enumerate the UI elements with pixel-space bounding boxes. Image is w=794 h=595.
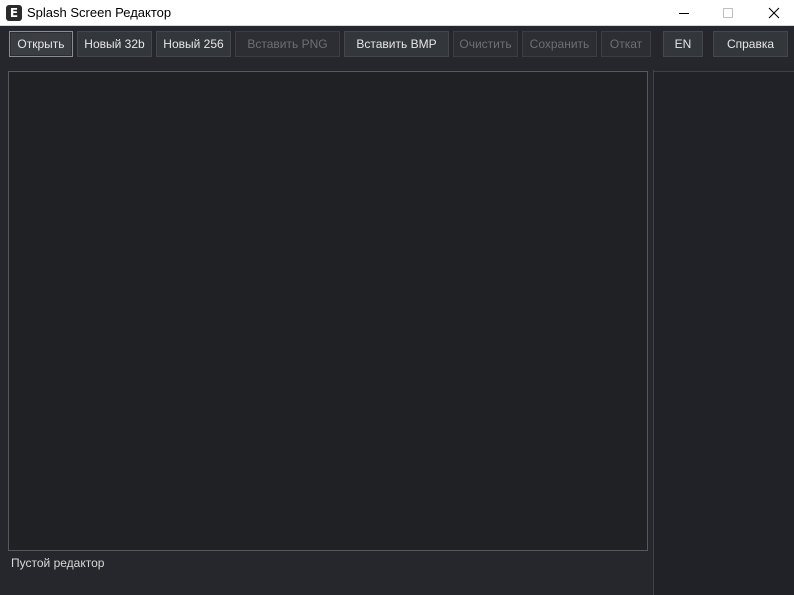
undo-button[interactable]: Откат (601, 31, 651, 57)
side-panel (654, 64, 794, 595)
minimize-icon (679, 13, 689, 14)
editor-panel: Пустой редактор (0, 64, 653, 595)
image-canvas[interactable] (8, 71, 648, 551)
clear-button[interactable]: Очистить (453, 31, 518, 57)
maximize-icon (723, 8, 733, 18)
window-title: Splash Screen Редактор (27, 5, 172, 20)
open-button[interactable]: Открыть (9, 31, 73, 57)
maximize-button[interactable] (705, 0, 751, 26)
insert-bmp-button[interactable]: Вставить BMP (344, 31, 449, 57)
close-button[interactable] (751, 0, 794, 26)
new-256-button[interactable]: Новый 256 (156, 31, 231, 57)
app-window: E Splash Screen Редактор Открыть Новый 3… (0, 0, 794, 595)
status-label: Пустой редактор (11, 556, 105, 570)
language-button[interactable]: EN (663, 31, 703, 57)
save-button[interactable]: Сохранить (522, 31, 597, 57)
help-button[interactable]: Справка (713, 31, 788, 57)
title-bar[interactable]: E Splash Screen Редактор (0, 0, 794, 26)
minimize-button[interactable] (661, 0, 707, 26)
insert-png-button[interactable]: Вставить PNG (235, 31, 340, 57)
toolbar: Открыть Новый 32b Новый 256 Вставить PNG… (0, 26, 794, 64)
app-logo-icon: E (6, 5, 22, 21)
new-32b-button[interactable]: Новый 32b (77, 31, 152, 57)
close-icon (768, 7, 780, 19)
side-panel-content (654, 71, 794, 595)
